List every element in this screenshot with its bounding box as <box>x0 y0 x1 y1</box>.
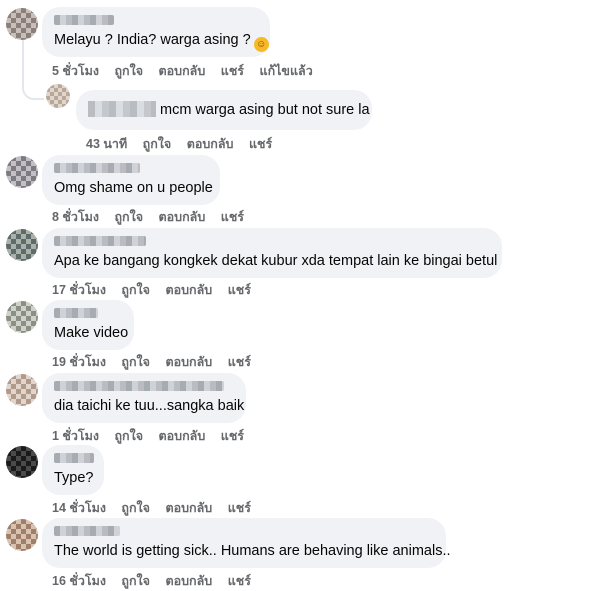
timestamp-link[interactable]: 8 ชั่วโมง <box>52 210 99 224</box>
share-button[interactable]: แชร์ <box>228 283 251 297</box>
reply-button[interactable]: ตอบกลับ <box>159 210 206 224</box>
reply-button[interactable]: ตอบกลับ <box>165 283 212 297</box>
comment-actions: 14 ชั่วโมง ถูกใจ ตอบกลับ แชร์ <box>52 498 263 518</box>
comment-text: Melayu ? India? warga asing ? ☺ <box>54 31 269 52</box>
author-name-blurred[interactable] <box>54 381 224 391</box>
avatar[interactable] <box>6 519 38 551</box>
comment-bubble: Omg shame on u people <box>42 155 220 205</box>
timestamp-link[interactable]: 43 นาที <box>86 137 127 151</box>
edited-label[interactable]: แก้ไขแล้ว <box>260 64 313 78</box>
timestamp-link[interactable]: 19 ชั่วโมง <box>52 355 106 369</box>
reply-button[interactable]: ตอบกลับ <box>165 501 212 515</box>
author-name-blurred[interactable] <box>54 526 120 536</box>
like-button[interactable]: ถูกใจ <box>121 574 150 588</box>
share-button[interactable]: แชร์ <box>221 210 244 224</box>
avatar[interactable] <box>6 8 38 40</box>
avatar[interactable] <box>6 446 38 478</box>
reply-button[interactable]: ตอบกลับ <box>159 429 206 443</box>
comment-actions: 5 ชั่วโมง ถูกใจ ตอบกลับ แชร์ แก้ไขแล้ว <box>52 61 325 81</box>
share-button[interactable]: แชร์ <box>228 355 251 369</box>
comment-bubble: Type? <box>42 445 104 495</box>
timestamp-link[interactable]: 17 ชั่วโมง <box>52 283 106 297</box>
timestamp-link[interactable]: 14 ชั่วโมง <box>52 501 106 515</box>
rolling-on-floor-laughing-emoji-icon: ☺ <box>253 37 269 52</box>
share-button[interactable]: แชร์ <box>228 501 251 515</box>
author-name-blurred[interactable] <box>54 15 114 25</box>
timestamp-link[interactable]: 1 ชั่วโมง <box>52 429 99 443</box>
share-button[interactable]: แชร์ <box>249 137 272 151</box>
comment-bubble: Melayu ? India? warga asing ? ☺ <box>42 7 270 57</box>
author-name-blurred[interactable] <box>54 308 98 318</box>
author-name-blurred[interactable] <box>54 453 94 463</box>
comment-text: Type? <box>54 470 94 486</box>
author-name-blurred[interactable] <box>54 163 140 173</box>
comment-actions: 8 ชั่วโมง ถูกใจ ตอบกลับ แชร์ <box>52 207 256 227</box>
timestamp-link[interactable]: 16 ชั่วโมง <box>52 574 106 588</box>
comment-bubble: The world is getting sick.. Humans are b… <box>42 518 451 568</box>
reply-button[interactable]: ตอบกลับ <box>159 64 206 78</box>
like-button[interactable]: ถูกใจ <box>121 283 150 297</box>
comment-actions: 17 ชั่วโมง ถูกใจ ตอบกลับ แชร์ <box>52 280 263 300</box>
comment-text: Omg shame on u people <box>54 180 213 196</box>
comment-actions: 1 ชั่วโมง ถูกใจ ตอบกลับ แชร์ <box>52 426 256 446</box>
comment-text: Apa ke bangang kongkek dekat kubur xda t… <box>54 253 498 269</box>
like-button[interactable]: ถูกใจ <box>114 64 143 78</box>
comment-bubble: mcm warga asing but not sure la <box>76 90 372 130</box>
avatar[interactable] <box>6 374 38 406</box>
comment-text: Make video <box>54 325 129 341</box>
author-name-blurred[interactable] <box>54 236 146 246</box>
comment-bubble: Make video <box>42 300 134 350</box>
avatar[interactable] <box>6 156 38 188</box>
like-button[interactable]: ถูกใจ <box>114 210 143 224</box>
comment-text: dia taichi ke tuu...sangka baik <box>54 398 245 414</box>
comment-text: The world is getting sick.. Humans are b… <box>54 543 451 559</box>
comment-actions: 16 ชั่วโมง ถูกใจ ตอบกลับ แชร์ <box>52 571 263 591</box>
comment-actions: 43 นาที ถูกใจ ตอบกลับ แชร์ <box>86 134 284 154</box>
comment-bubble: dia taichi ke tuu...sangka baik <box>42 373 246 423</box>
avatar[interactable] <box>6 229 38 261</box>
reply-button[interactable]: ตอบกลับ <box>165 574 212 588</box>
reply-button[interactable]: ตอบกลับ <box>165 355 212 369</box>
like-button[interactable]: ถูกใจ <box>121 501 150 515</box>
reply-thread-line <box>22 40 44 100</box>
author-name-blurred[interactable] <box>88 101 156 117</box>
avatar[interactable] <box>6 301 38 333</box>
timestamp-link[interactable]: 5 ชั่วโมง <box>52 64 99 78</box>
comment-text: mcm warga asing but not sure la <box>88 101 370 119</box>
share-button[interactable]: แชร์ <box>221 64 244 78</box>
share-button[interactable]: แชร์ <box>228 574 251 588</box>
comment-actions: 19 ชั่วโมง ถูกใจ ตอบกลับ แชร์ <box>52 352 263 372</box>
reply-button[interactable]: ตอบกลับ <box>187 137 234 151</box>
like-button[interactable]: ถูกใจ <box>143 137 172 151</box>
comment-bubble: Apa ke bangang kongkek dekat kubur xda t… <box>42 228 502 278</box>
share-button[interactable]: แชร์ <box>221 429 244 443</box>
like-button[interactable]: ถูกใจ <box>114 429 143 443</box>
like-button[interactable]: ถูกใจ <box>121 355 150 369</box>
avatar[interactable] <box>46 84 70 108</box>
